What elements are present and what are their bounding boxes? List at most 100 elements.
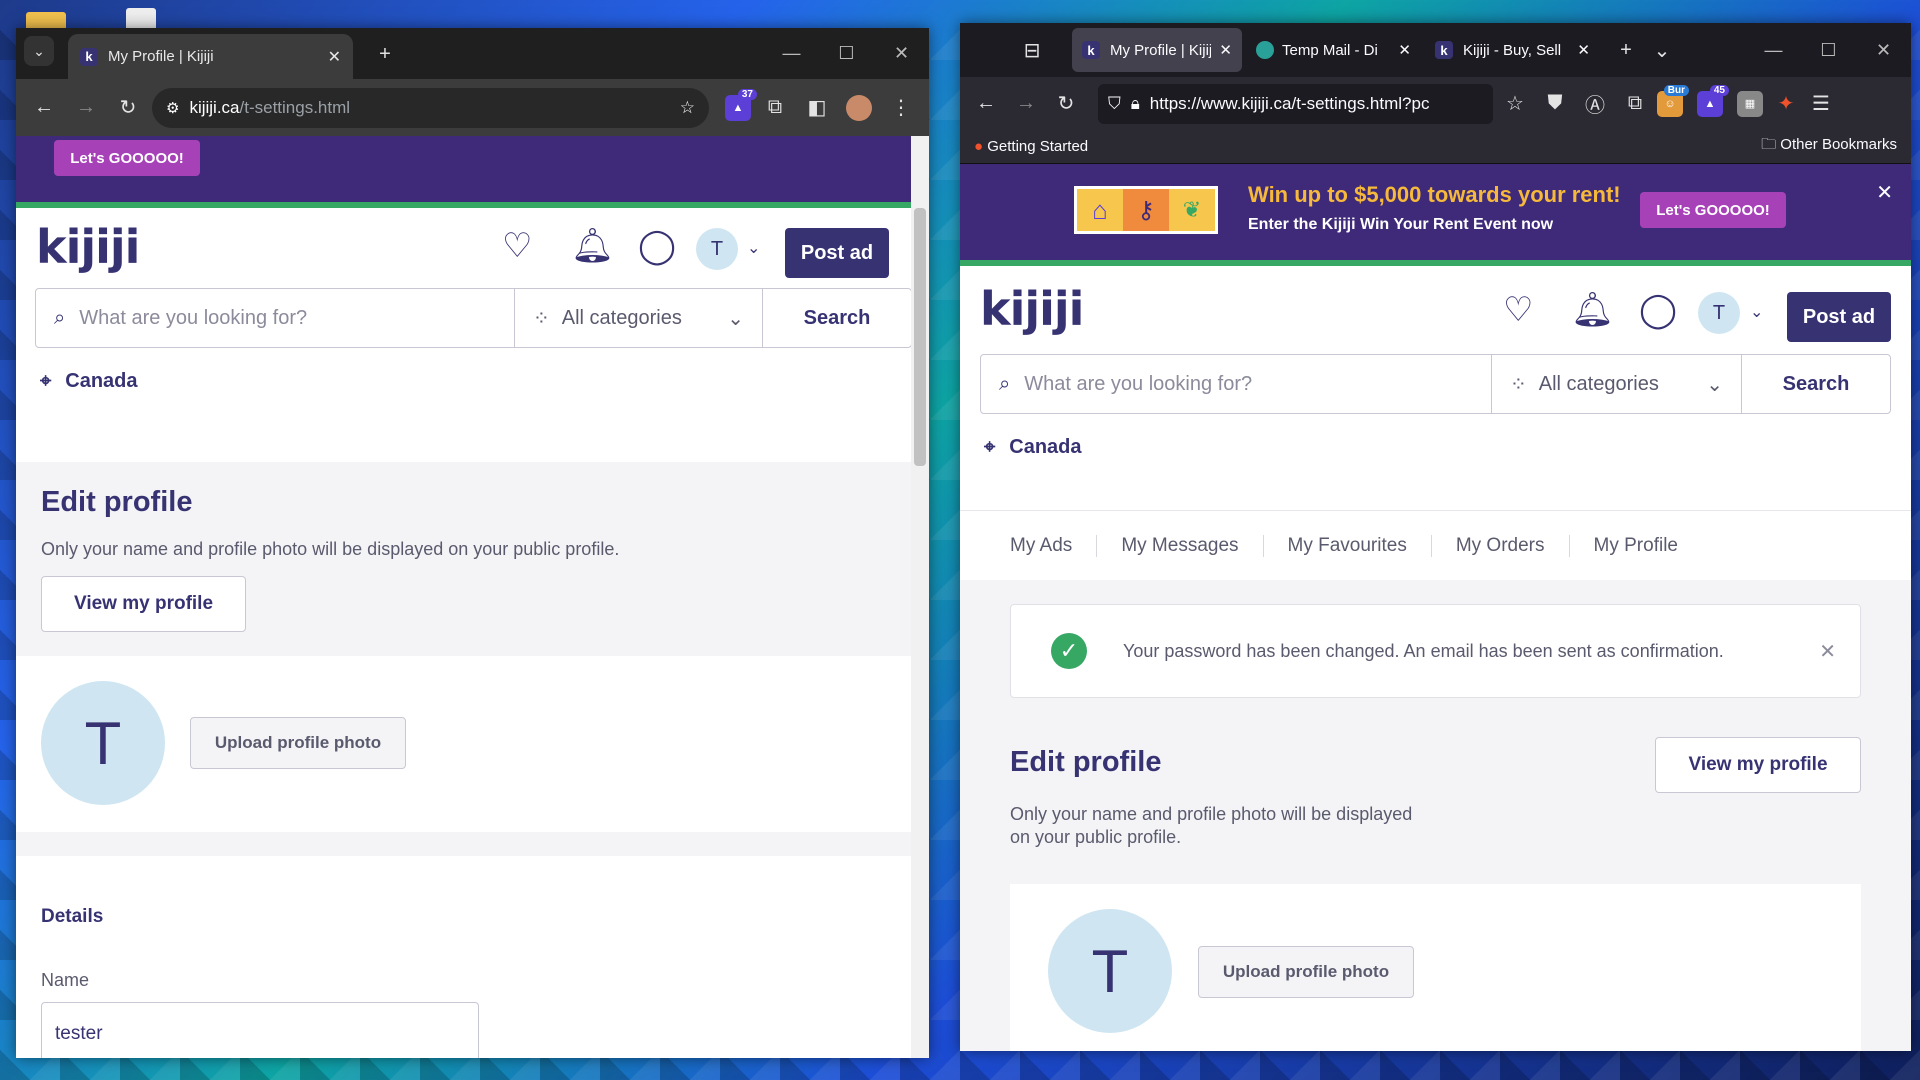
fox-extension-icon[interactable]: ✦	[1773, 91, 1799, 117]
minimize-icon[interactable]: —	[764, 28, 819, 79]
favourites-heart-icon[interactable]: ♡	[502, 226, 532, 266]
search-icon: ⌕	[54, 306, 66, 329]
alert-close-icon[interactable]: ✕	[1819, 639, 1836, 664]
back-icon[interactable]: ←	[968, 86, 1004, 122]
details-title: Details	[41, 906, 104, 927]
user-avatar[interactable]: T	[1698, 292, 1740, 334]
account-chevron-down-icon[interactable]: ⌄	[747, 238, 760, 258]
tab-close-icon[interactable]: ✕	[1219, 41, 1232, 59]
back-icon[interactable]: ←	[26, 90, 62, 126]
search-bar: ⌕ What are you looking for? ⁘ All categori…	[980, 354, 1891, 414]
name-field[interactable]: tester	[41, 1002, 479, 1058]
list-all-tabs-icon[interactable]: ⌄	[1644, 32, 1680, 68]
account-chevron-down-icon[interactable]: ⌄	[1750, 302, 1763, 322]
hamburger-menu-icon[interactable]: ☰	[1803, 86, 1839, 122]
promo-illustration: ⌂ ⚷ ❦	[1074, 186, 1218, 234]
category-select[interactable]: ⁘ All categories ⌄	[515, 289, 763, 347]
nav-my-favourites[interactable]: My Favourites	[1264, 534, 1432, 557]
location-selector[interactable]: ⌖ Canada	[960, 414, 1911, 481]
tab-close-icon[interactable]: ✕	[1577, 41, 1590, 59]
kijiji-page-left: Let's GOOOOO! kijiji ♡ 🔔︎ ◯ T ⌄ Post ad …	[16, 136, 929, 1058]
key-icon: ⚷	[1123, 189, 1169, 231]
maximize-icon[interactable]: ☐	[819, 28, 874, 79]
new-tab-icon[interactable]: +	[367, 36, 403, 72]
promo-button[interactable]: Let's GOOOOO!	[1640, 192, 1786, 228]
post-ad-button[interactable]: Post ad	[1787, 292, 1891, 342]
notifications-bell-icon[interactable]: 🔔︎	[571, 226, 614, 266]
scrollbar-thumb[interactable]	[914, 208, 926, 466]
user-avatar[interactable]: T	[696, 228, 738, 270]
view-my-profile-button[interactable]: View my profile	[1655, 737, 1861, 793]
reload-icon[interactable]: ↻	[110, 90, 146, 126]
lock-icon: 🔒︎	[1130, 93, 1140, 113]
edit-profile-section: Edit profile Only your name and profile …	[16, 462, 929, 632]
profile-avatar-icon[interactable]	[841, 90, 877, 126]
location-pin-icon: ⌖	[40, 370, 52, 392]
forward-icon[interactable]: →	[1008, 86, 1044, 122]
extension-icon[interactable]: ▲ 45	[1697, 84, 1729, 117]
check-circle-icon: ✓	[1051, 633, 1087, 669]
tab-kijiji-buy-sell[interactable]: k Kijiji - Buy, Sell ✕	[1425, 28, 1600, 72]
upload-profile-photo-button[interactable]: Upload profile photo	[1198, 946, 1414, 998]
view-my-profile-button[interactable]: View my profile	[41, 576, 246, 632]
category-select[interactable]: ⁘ All categories ⌄	[1492, 355, 1742, 413]
kijiji-logo[interactable]: kijiji	[36, 220, 140, 274]
address-bar[interactable]: ⛉ 🔒︎ https://www.kijiji.ca/t-settings.ht…	[1098, 83, 1493, 124]
bookmark-star-icon[interactable]: ☆	[680, 98, 695, 118]
other-bookmarks[interactable]: 🗀 Other Bookmarks	[1761, 134, 1897, 159]
category-label: All categories	[1538, 372, 1659, 395]
site-info-icon[interactable]: ⚙	[166, 99, 179, 117]
nav-my-profile[interactable]: My Profile	[1570, 535, 1702, 557]
maximize-icon[interactable]: ☐	[1801, 23, 1856, 77]
forward-icon[interactable]: →	[68, 90, 104, 126]
tab-my-profile[interactable]: k My Profile | Kijiji ✕	[68, 34, 353, 79]
notifications-bell-icon[interactable]: 🔔︎	[1571, 290, 1614, 330]
new-tab-icon[interactable]: +	[1608, 32, 1644, 68]
promo-close-icon[interactable]: ✕	[1876, 180, 1893, 205]
minimize-icon[interactable]: —	[1746, 23, 1801, 77]
search-input[interactable]: ⌕ What are you looking for?	[981, 355, 1492, 413]
address-bar[interactable]: ⚙ kijiji.ca/t-settings.html ☆	[152, 87, 709, 128]
extensions-puzzle-icon[interactable]: ⧉	[1617, 86, 1653, 122]
close-window-icon[interactable]: ✕	[874, 28, 929, 79]
tab-search-icon[interactable]: ⌄	[24, 36, 54, 66]
tab-overview-icon[interactable]: ⊟	[1014, 32, 1050, 68]
bookmark-getting-started[interactable]: ● Getting Started	[974, 138, 1088, 155]
bur-extension-icon[interactable]: ☺ Bur	[1657, 84, 1689, 117]
tab-my-profile[interactable]: k My Profile | Kijiji ✕	[1072, 28, 1242, 72]
account-icon[interactable]: Ⓐ	[1577, 86, 1613, 122]
scrollbar[interactable]	[911, 136, 929, 1058]
menu-kebab-icon[interactable]: ⋮	[883, 90, 919, 126]
search-button[interactable]: Search	[1742, 355, 1890, 413]
bookmark-star-icon[interactable]: ☆	[1497, 86, 1533, 122]
grid-extension-icon[interactable]: ▦	[1737, 90, 1763, 117]
pocket-icon[interactable]: ⛊	[1537, 86, 1573, 122]
tab-title-2: Temp Mail - Di	[1282, 41, 1378, 59]
upload-profile-photo-button[interactable]: Upload profile photo	[190, 717, 406, 769]
profile-avatar: T	[1048, 909, 1172, 1033]
favourites-heart-icon[interactable]: ♡	[1503, 290, 1533, 330]
tab-close-icon[interactable]: ✕	[1398, 41, 1411, 59]
promo-button[interactable]: Let's GOOOOO!	[54, 140, 200, 176]
messages-chat-icon[interactable]: ◯	[1639, 290, 1677, 330]
post-ad-button[interactable]: Post ad	[785, 228, 889, 278]
account-nav: My Ads My Messages My Favourites My Orde…	[960, 510, 1911, 580]
messages-chat-icon[interactable]: ◯	[638, 226, 676, 266]
close-window-icon[interactable]: ✕	[1856, 23, 1911, 77]
nav-my-orders[interactable]: My Orders	[1432, 534, 1570, 557]
tracking-shield-icon[interactable]: ⛉	[1108, 94, 1121, 114]
search-input[interactable]: ⌕ What are you looking for?	[36, 289, 515, 347]
reload-icon[interactable]: ↻	[1048, 86, 1084, 122]
categories-grid-icon: ⁘	[1510, 373, 1527, 396]
search-button[interactable]: Search	[763, 289, 911, 347]
nav-my-messages[interactable]: My Messages	[1097, 534, 1264, 557]
kijiji-logo[interactable]: kijiji	[980, 282, 1084, 336]
site-header: kijiji ♡ 🔔︎ ◯ T ⌄ Post ad ⌕ What are you …	[960, 266, 1911, 510]
side-panel-icon[interactable]: ◧	[799, 90, 835, 126]
location-selector[interactable]: ⌖ Canada	[16, 348, 929, 415]
tab-temp-mail[interactable]: Temp Mail - Di ✕	[1246, 28, 1421, 72]
extension-icon[interactable]: ▲ 37	[725, 88, 757, 121]
tab-close-icon[interactable]: ✕	[328, 47, 341, 67]
nav-my-ads[interactable]: My Ads	[1000, 534, 1098, 557]
extensions-puzzle-icon[interactable]: ⧉	[757, 90, 793, 126]
